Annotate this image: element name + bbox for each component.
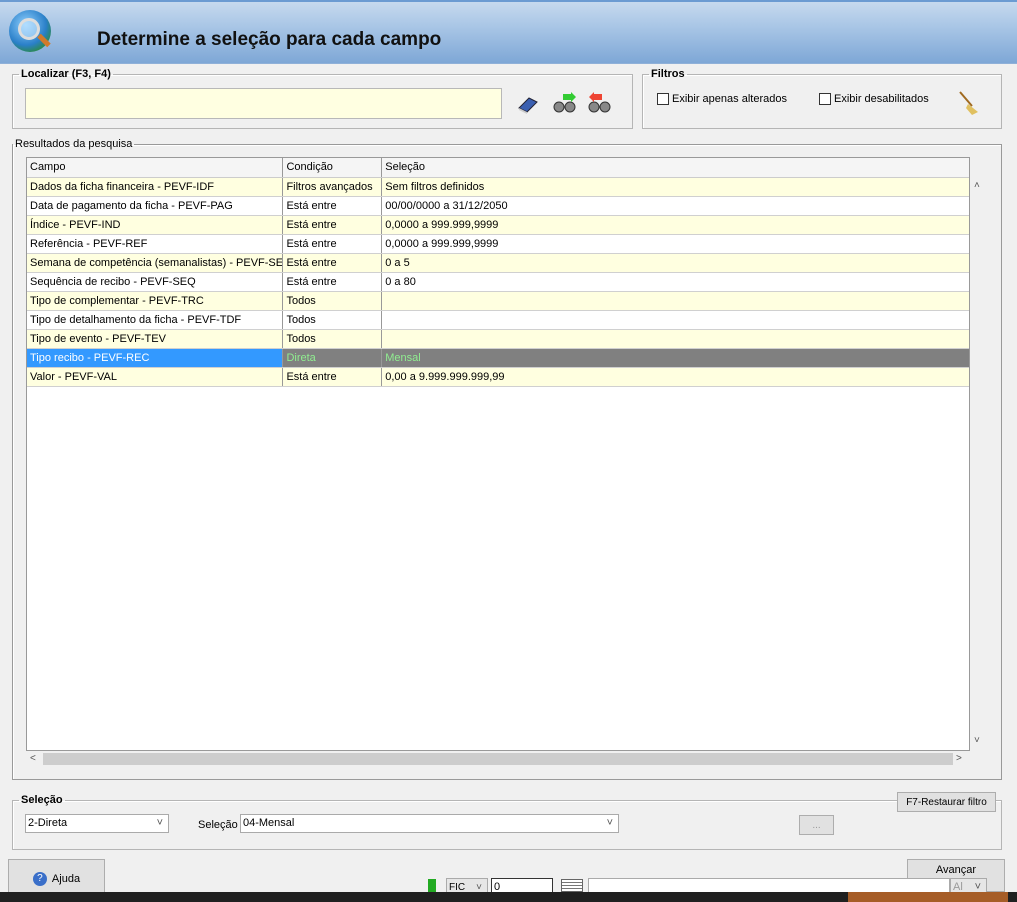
cell-campo[interactable]: Valor - PEVF-VAL xyxy=(27,368,284,386)
user-status-icon xyxy=(428,879,436,892)
checkbox-box[interactable] xyxy=(657,93,669,105)
cell-condicao[interactable]: Direta xyxy=(283,349,383,367)
cell-condicao[interactable]: Está entre xyxy=(283,216,383,234)
cell-condicao[interactable]: Está entre xyxy=(283,273,383,291)
table-row[interactable]: Tipo recibo - PEVF-REC Direta Mensal xyxy=(27,349,969,368)
cell-condicao[interactable]: Está entre xyxy=(283,254,383,272)
ellipsis-button[interactable]: ... xyxy=(799,815,834,835)
cell-campo[interactable]: Tipo de evento - PEVF-TEV xyxy=(27,330,284,348)
cell-condicao[interactable]: Todos xyxy=(283,330,383,348)
cell-condicao[interactable]: Está entre xyxy=(283,197,383,215)
search-input[interactable] xyxy=(25,88,502,119)
find-previous-icon[interactable] xyxy=(588,92,611,113)
localizar-legend: Localizar (F3, F4) xyxy=(21,68,111,80)
cell-campo[interactable]: Semana de competência (semanalistas) - P… xyxy=(27,254,284,272)
cell-campo[interactable]: Tipo de detalhamento da ficha - PEVF-TDF xyxy=(27,311,284,329)
cell-condicao[interactable]: Todos xyxy=(283,311,383,329)
table-row[interactable]: Semana de competência (semanalistas) - P… xyxy=(27,254,969,273)
table-row[interactable]: Dados da ficha financeira - PEVF-IDF Filt… xyxy=(27,178,969,197)
vertical-scrollbar[interactable]: ˄ ˅ xyxy=(970,177,987,751)
cell-campo[interactable]: Sequência de recibo - PEVF-SEQ xyxy=(27,273,284,291)
header-banner: Determine a seleção para cada campo xyxy=(0,0,1017,64)
table-row[interactable]: Data de pagamento da ficha - PEVF-PAG Est… xyxy=(27,197,969,216)
list-icon[interactable] xyxy=(561,879,583,892)
find-next-icon[interactable] xyxy=(553,92,576,113)
table-row[interactable]: Referência - PEVF-REF Está entre 0,0000 a … xyxy=(27,235,969,254)
cell-selecao[interactable]: 0 a 80 xyxy=(382,273,969,291)
scroll-thumb[interactable] xyxy=(43,753,953,765)
taskbar-active-item[interactable] xyxy=(848,892,1008,902)
cell-campo[interactable]: Data de pagamento da ficha - PEVF-PAG xyxy=(27,197,284,215)
broom-icon[interactable] xyxy=(958,90,980,115)
filtros-legend: Filtros xyxy=(651,68,685,80)
exibir-desabilitados-checkbox[interactable]: Exibir desabilitados xyxy=(819,93,929,105)
cell-selecao[interactable]: Mensal xyxy=(382,349,969,367)
help-label: Ajuda xyxy=(51,873,81,885)
cell-selecao[interactable]: 0,0000 a 999.999,9999 xyxy=(382,216,969,234)
cell-condicao[interactable]: Está entre xyxy=(283,235,383,253)
table-row[interactable]: Sequência de recibo - PEVF-SEQ Está entre… xyxy=(27,273,969,292)
results-grid: Campo Condição Seleção Dados da ficha fi… xyxy=(26,157,970,751)
scroll-down-icon[interactable]: ˅ xyxy=(974,735,980,746)
chevron-down-icon: ˅ xyxy=(606,817,613,829)
selecao-legend: Seleção xyxy=(21,794,63,806)
checkbox-box[interactable] xyxy=(819,93,831,105)
column-header-campo[interactable]: Campo xyxy=(27,158,284,177)
cell-campo[interactable]: Dados da ficha financeira - PEVF-IDF xyxy=(27,178,284,196)
exibir-alterados-checkbox[interactable]: Exibir apenas alterados xyxy=(657,93,787,105)
cell-campo[interactable]: Tipo recibo - PEVF-REC xyxy=(27,349,284,367)
cell-selecao[interactable]: 00/00/0000 a 31/12/2050 xyxy=(382,197,969,215)
os-taskbar xyxy=(0,892,1017,902)
cell-condicao[interactable]: Filtros avançados xyxy=(283,178,383,196)
scroll-right-icon[interactable]: > xyxy=(956,753,962,764)
cell-selecao[interactable]: 0,00 a 9.999.999.999,99 xyxy=(382,368,969,386)
horizontal-scrollbar[interactable]: < > xyxy=(26,751,970,768)
condition-value: 2-Direta xyxy=(28,817,68,829)
results-legend: Resultados da pesquisa xyxy=(15,138,133,150)
chevron-down-icon: ˅ xyxy=(156,817,163,829)
table-row[interactable]: Tipo de detalhamento da ficha - PEVF-TDF… xyxy=(27,311,969,330)
cell-condicao[interactable]: Está entre xyxy=(283,368,383,386)
cell-campo[interactable]: Índice - PEVF-IND xyxy=(27,216,284,234)
eraser-icon[interactable] xyxy=(517,94,539,114)
table-row[interactable]: Tipo de evento - PEVF-TEV Todos xyxy=(27,330,969,349)
table-row[interactable]: Índice - PEVF-IND Está entre 0,0000 a 999.… xyxy=(27,216,969,235)
column-header-selecao[interactable]: Seleção xyxy=(382,158,969,177)
scroll-left-icon[interactable]: < xyxy=(30,753,36,764)
table-row[interactable]: Tipo de complementar - PEVF-TRC Todos xyxy=(27,292,969,311)
column-header-condicao[interactable]: Condição xyxy=(283,158,383,177)
cell-selecao[interactable]: Sem filtros definidos xyxy=(382,178,969,196)
cell-selecao[interactable] xyxy=(382,330,969,348)
selection-value-select[interactable]: 04-Mensal ˅ xyxy=(240,814,619,833)
help-icon: ? xyxy=(32,872,47,886)
cell-selecao[interactable]: 0,0000 a 999.999,9999 xyxy=(382,235,969,253)
cell-selecao[interactable]: 0 a 5 xyxy=(382,254,969,272)
cell-selecao[interactable] xyxy=(382,311,969,329)
page-title: Determine a seleção para cada campo xyxy=(97,29,442,50)
cell-condicao[interactable]: Todos xyxy=(283,292,383,310)
cell-campo[interactable]: Referência - PEVF-REF xyxy=(27,235,284,253)
selecao-label: Seleção xyxy=(198,819,238,831)
scroll-up-icon[interactable]: ˄ xyxy=(974,180,980,191)
selection-value: 04-Mensal xyxy=(243,817,295,829)
condition-select[interactable]: 2-Direta ˅ xyxy=(25,814,169,833)
cell-selecao[interactable] xyxy=(382,292,969,310)
restore-filter-button[interactable]: F7-Restaurar filtro xyxy=(897,792,996,812)
checkbox-label: Exibir desabilitados xyxy=(834,93,929,105)
grid-header: Campo Condição Seleção xyxy=(27,158,969,178)
checkbox-label: Exibir apenas alterados xyxy=(672,93,787,105)
table-row[interactable]: Valor - PEVF-VAL Está entre 0,00 a 9.999.9… xyxy=(27,368,969,387)
cell-campo[interactable]: Tipo de complementar - PEVF-TRC xyxy=(27,292,284,310)
